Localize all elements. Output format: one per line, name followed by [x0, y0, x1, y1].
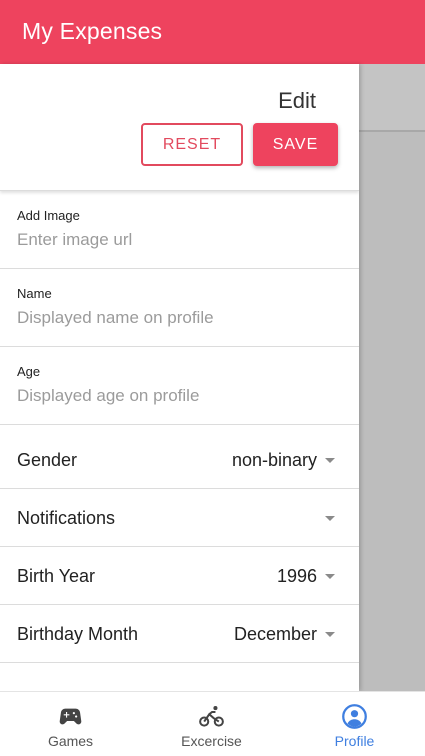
nav-games-label: Games [47, 733, 94, 749]
caret-down-icon [325, 516, 335, 521]
caret-down-icon [325, 574, 335, 579]
gender-label: Gender [17, 450, 78, 470]
gender-select[interactable]: Gender non-binary [0, 431, 359, 489]
save-button[interactable]: SAVE [253, 123, 338, 166]
edit-title: Edit [278, 88, 316, 113]
nav-profile-label: Profile [334, 733, 375, 749]
nav-excercise[interactable]: Excercise [141, 692, 282, 756]
name-label: Name [17, 286, 52, 301]
notifications-label: Notifications [17, 508, 116, 528]
caret-down-icon [325, 458, 335, 463]
nav-excercise-label: Excercise [181, 733, 242, 749]
age-field: Age [0, 347, 359, 425]
bottom-navigation: Games Excercise Profile [0, 691, 425, 756]
backdrop-overlay[interactable] [359, 64, 425, 691]
birth-year-value: 1996 [276, 566, 317, 586]
account-circle-icon [342, 704, 367, 729]
name-field: Name [0, 269, 359, 347]
birthday-month-label: Birthday Month [17, 624, 139, 644]
birthday-month-value: December [233, 624, 317, 644]
age-input[interactable] [17, 386, 337, 406]
app-header: My Expenses [0, 0, 425, 64]
image-url-input[interactable] [17, 230, 337, 250]
profile-edit-panel: Edit RESET SAVE Add Image Name Age Gende… [0, 64, 359, 691]
birth-year-label: Birth Year [17, 566, 96, 586]
caret-down-icon [325, 632, 335, 637]
app-title: My Expenses [22, 18, 163, 44]
bicycle-icon [199, 706, 224, 727]
nav-games[interactable]: Games [0, 692, 141, 756]
name-input[interactable] [17, 308, 337, 328]
gamepad-icon [59, 708, 82, 725]
image-url-field: Add Image [0, 191, 359, 269]
nav-profile[interactable]: Profile [284, 692, 425, 756]
age-label: Age [17, 364, 41, 379]
birthday-month-select[interactable]: Birthday Month December [0, 605, 359, 663]
reset-button[interactable]: RESET [141, 123, 243, 166]
notifications-select[interactable]: Notifications [0, 489, 359, 547]
birth-year-select[interactable]: Birth Year 1996 [0, 547, 359, 605]
image-url-label: Add Image [17, 208, 80, 223]
backdrop-band [359, 64, 425, 132]
edit-actions-card: Edit RESET SAVE [0, 64, 359, 191]
gender-value: non-binary [231, 450, 317, 470]
